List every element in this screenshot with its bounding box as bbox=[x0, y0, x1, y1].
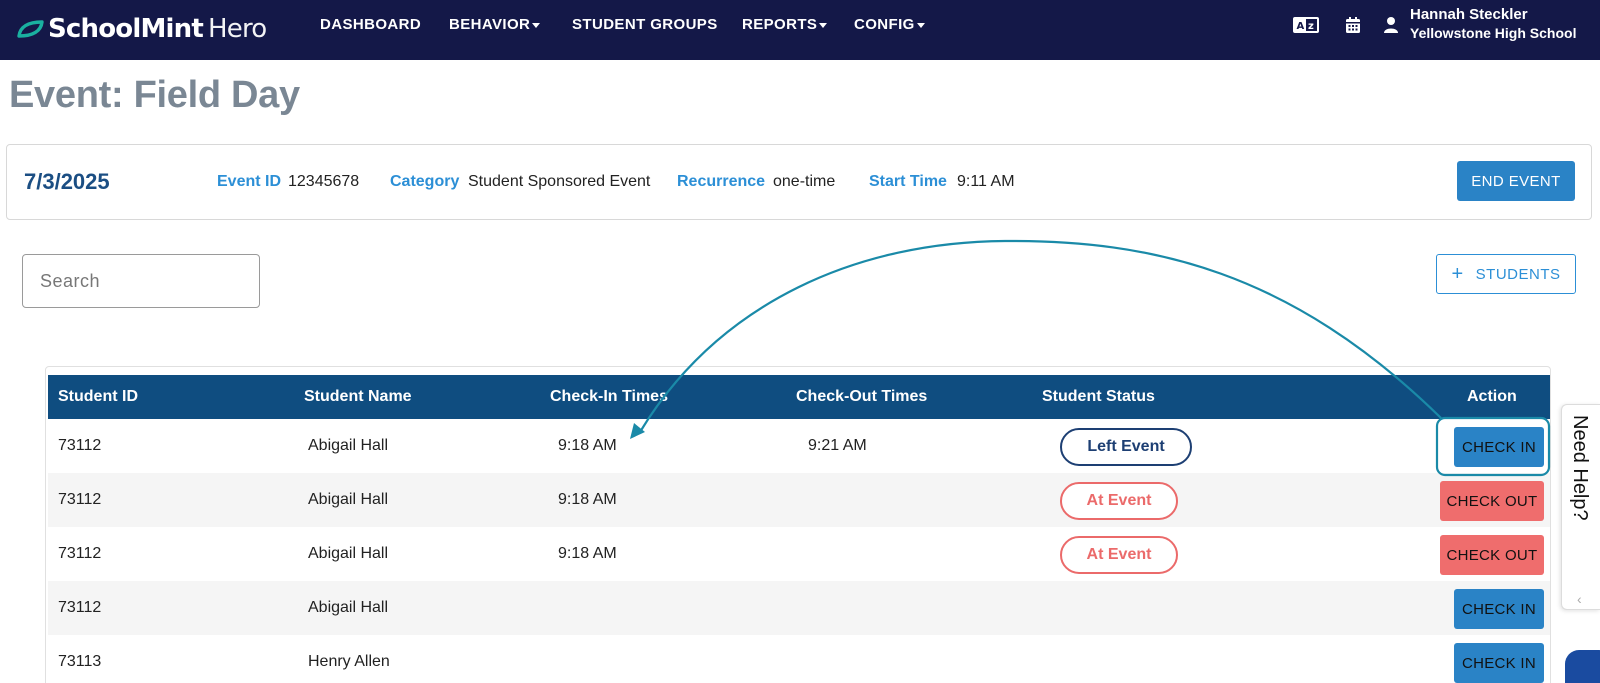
cell-student-name: Abigail Hall bbox=[308, 545, 389, 562]
search-input[interactable] bbox=[22, 254, 260, 308]
caret-down-icon bbox=[916, 22, 925, 28]
nav-reports[interactable]: REPORTS bbox=[742, 0, 828, 50]
cell-student-id: 73112 bbox=[58, 545, 102, 562]
col-check-out-times: Check-Out Times bbox=[796, 388, 928, 405]
col-student-status: Student Status bbox=[1042, 388, 1155, 405]
user-school: Yellowstone High School bbox=[1410, 25, 1577, 41]
table-row: 73112 Abigail Hall 9:18 AM At Event CHEC… bbox=[48, 527, 1550, 581]
page-title: Event: Field Day bbox=[9, 74, 300, 116]
logo-leaf-icon bbox=[17, 20, 44, 38]
end-event-button[interactable]: END EVENT bbox=[1457, 161, 1575, 201]
nav-student-groups[interactable]: STUDENT GROUPS bbox=[572, 0, 718, 50]
top-nav: SchoolMint Hero DASHBOARD BEHAVIOR STUDEN… bbox=[0, 0, 1600, 60]
table-row: 73112 Abigail Hall 9:18 AM 9:21 AM Left … bbox=[48, 419, 1550, 473]
event-info-bar: 7/3/2025 Event ID 12345678 Category Stud… bbox=[6, 144, 1592, 220]
user-info[interactable]: Hannah Steckler Yellowstone High School bbox=[1410, 6, 1576, 42]
need-help-label: Need Help? bbox=[1569, 415, 1591, 521]
check-in-button[interactable]: CHECK IN bbox=[1454, 427, 1544, 467]
recurrence-label: Recurrence bbox=[677, 173, 766, 190]
chat-icon[interactable] bbox=[1565, 650, 1600, 683]
col-action: Action bbox=[1467, 388, 1517, 405]
user-name: Hannah Steckler bbox=[1410, 6, 1528, 23]
cell-student-id: 73112 bbox=[58, 599, 102, 616]
status-badge: At Event bbox=[1060, 536, 1178, 574]
table-header: Student ID Student Name Check-In Times C… bbox=[48, 375, 1550, 419]
cell-check-in: 9:18 AM bbox=[558, 545, 617, 562]
event-id-value: 12345678 bbox=[288, 173, 360, 190]
cell-student-name: Abigail Hall bbox=[308, 437, 389, 454]
nav-dashboard[interactable]: DASHBOARD bbox=[320, 0, 421, 50]
plus-icon: + bbox=[1451, 263, 1464, 285]
translate-icon[interactable]: A z bbox=[1292, 15, 1320, 35]
caret-down-icon bbox=[532, 22, 541, 28]
nav-label: BEHAVIOR bbox=[449, 16, 531, 33]
add-students-button[interactable]: + STUDENTS bbox=[1436, 254, 1576, 294]
nav-label: STUDENT GROUPS bbox=[572, 16, 718, 33]
brand-suffix: Hero bbox=[208, 14, 267, 44]
col-check-in-times: Check-In Times bbox=[550, 388, 668, 405]
caret-down-icon bbox=[819, 22, 828, 28]
cell-check-in: 9:18 AM bbox=[558, 491, 617, 508]
status-badge: At Event bbox=[1060, 482, 1178, 520]
check-out-button[interactable]: CHECK OUT bbox=[1440, 481, 1544, 521]
start-time-label: Start Time bbox=[869, 173, 947, 190]
cell-student-id: 73112 bbox=[58, 491, 102, 508]
nav-label: DASHBOARD bbox=[320, 16, 422, 33]
status-badge: Left Event bbox=[1060, 428, 1192, 466]
event-date: 7/3/2025 bbox=[24, 169, 110, 194]
recurrence-value: one-time bbox=[773, 173, 836, 190]
cell-student-name: Henry Allen bbox=[308, 653, 390, 670]
need-help-tab[interactable]: Need Help? ‹ bbox=[1561, 404, 1600, 610]
category-label: Category bbox=[390, 173, 460, 190]
user-icon[interactable] bbox=[1383, 15, 1399, 35]
col-student-id: Student ID bbox=[58, 388, 138, 405]
check-in-button[interactable]: CHECK IN bbox=[1454, 643, 1544, 683]
nav-behavior[interactable]: BEHAVIOR bbox=[449, 0, 541, 50]
svg-text:A: A bbox=[1297, 21, 1305, 32]
table-row: 73112 Abigail Hall 9:18 AM At Event CHEC… bbox=[48, 473, 1550, 527]
table-row: 73113 Henry Allen CHECK IN bbox=[48, 635, 1550, 683]
col-student-name: Student Name bbox=[304, 388, 412, 405]
brand-name: SchoolMint bbox=[48, 14, 204, 44]
start-time-value: 9:11 AM bbox=[957, 173, 1015, 190]
nav-label: CONFIG bbox=[854, 16, 915, 33]
cell-student-name: Abigail Hall bbox=[308, 491, 389, 508]
chevron-left-icon: ‹ bbox=[1577, 591, 1582, 607]
add-students-label: STUDENTS bbox=[1475, 265, 1561, 283]
cell-check-out: 9:21 AM bbox=[808, 437, 867, 454]
schoolmint-logo[interactable]: SchoolMint Hero bbox=[16, 9, 267, 49]
cell-check-in: 9:18 AM bbox=[558, 437, 617, 454]
cell-student-id: 73113 bbox=[58, 653, 102, 670]
nav-config[interactable]: CONFIG bbox=[854, 0, 925, 50]
table-row: 73112 Abigail Hall CHECK IN bbox=[48, 581, 1550, 635]
cell-student-name: Abigail Hall bbox=[308, 599, 389, 616]
nav-label: REPORTS bbox=[742, 16, 818, 33]
category-value: Student Sponsored Event bbox=[468, 173, 651, 190]
check-out-button[interactable]: CHECK OUT bbox=[1440, 535, 1544, 575]
svg-text:z: z bbox=[1308, 21, 1314, 32]
event-id-label: Event ID bbox=[217, 173, 282, 190]
cell-student-id: 73112 bbox=[58, 437, 102, 454]
calendar-icon[interactable] bbox=[1345, 15, 1361, 35]
check-in-button[interactable]: CHECK IN bbox=[1454, 589, 1544, 629]
students-table: Student ID Student Name Check-In Times C… bbox=[45, 366, 1551, 683]
